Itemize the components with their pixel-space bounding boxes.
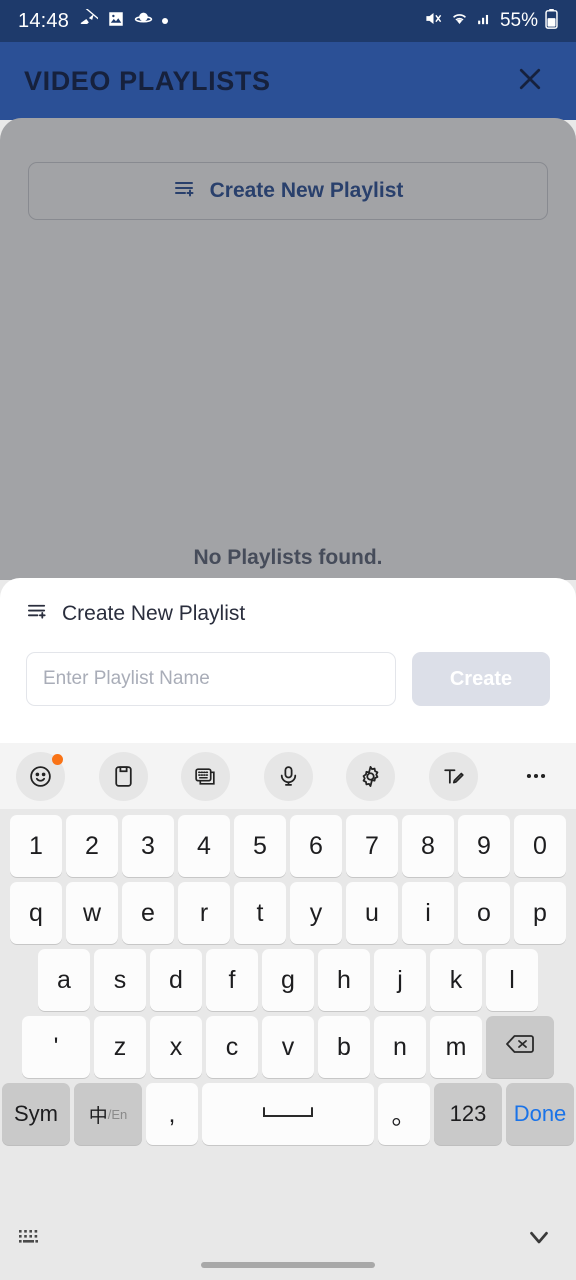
sheet-title: Create New Playlist <box>62 602 246 625</box>
status-bar-left: 14:48 <box>18 7 424 34</box>
key-n[interactable]: n <box>374 1016 426 1078</box>
key-q[interactable]: q <box>10 882 62 944</box>
muted-notification-icon <box>78 7 100 34</box>
key-z[interactable]: z <box>94 1016 146 1078</box>
key-c[interactable]: c <box>206 1016 258 1078</box>
key-v[interactable]: v <box>262 1016 314 1078</box>
playlist-add-icon <box>26 600 49 628</box>
sheet-input-row: Create <box>26 652 550 706</box>
space-key[interactable] <box>202 1083 374 1145</box>
keyboard-rows: 1 2 3 4 5 6 7 8 9 0 q w e r t y u i o p … <box>0 809 576 1145</box>
keyboard-row-bottom: ' z x c v b n m <box>0 1016 576 1078</box>
key-1[interactable]: 1 <box>10 815 62 877</box>
emoji-icon[interactable] <box>16 751 65 801</box>
language-toggle-key[interactable]: 中/En <box>74 1083 142 1145</box>
key-x[interactable]: x <box>150 1016 202 1078</box>
image-icon <box>107 10 125 33</box>
numeric-key[interactable]: 123 <box>434 1083 502 1145</box>
key-w[interactable]: w <box>66 882 118 944</box>
keyboard-layers-icon[interactable] <box>181 751 230 801</box>
keyboard-row-top: q w e r t y u i o p <box>0 882 576 944</box>
key-i[interactable]: i <box>402 882 454 944</box>
battery-icon <box>545 8 558 34</box>
signal-icon <box>476 10 493 32</box>
planet-icon <box>134 9 153 33</box>
key-2[interactable]: 2 <box>66 815 118 877</box>
key-h[interactable]: h <box>318 949 370 1011</box>
volume-muted-icon <box>424 9 443 33</box>
key-g[interactable]: g <box>262 949 314 1011</box>
key-9[interactable]: 9 <box>458 815 510 877</box>
key-u[interactable]: u <box>346 882 398 944</box>
microphone-icon[interactable] <box>263 751 313 801</box>
keyboard-row-function: Sym 中/En , 。 123 Done <box>0 1083 576 1145</box>
dot-icon <box>162 18 169 24</box>
key-e[interactable]: e <box>122 882 174 944</box>
page-title: VIDEO PLAYLISTS <box>24 65 271 96</box>
key-8[interactable]: 8 <box>402 815 454 877</box>
keyboard-bottom-bar <box>0 1208 576 1280</box>
keyboard-row-numbers: 1 2 3 4 5 6 7 8 9 0 <box>0 815 576 877</box>
playlist-page: Create New Playlist No Playlists found. <box>0 118 576 580</box>
symbols-key[interactable]: Sym <box>2 1083 70 1145</box>
language-cn-label: 中 <box>88 1105 108 1127</box>
create-new-playlist-label: Create New Playlist <box>209 179 404 202</box>
key-3[interactable]: 3 <box>122 815 174 877</box>
close-button[interactable] <box>508 59 552 103</box>
more-options-icon[interactable] <box>511 752 560 801</box>
close-icon <box>515 64 545 99</box>
key-t[interactable]: t <box>234 882 286 944</box>
wifi-icon <box>450 9 469 33</box>
sheet-header: Create New Playlist <box>26 600 550 628</box>
key-k[interactable]: k <box>430 949 482 1011</box>
key-m[interactable]: m <box>430 1016 482 1078</box>
home-indicator <box>201 1262 375 1268</box>
app-header: VIDEO PLAYLISTS <box>0 42 576 120</box>
key-r[interactable]: r <box>178 882 230 944</box>
key-o[interactable]: o <box>458 882 510 944</box>
battery-percent: 55% <box>499 10 538 31</box>
key-d[interactable]: d <box>150 949 202 1011</box>
key-0[interactable]: 0 <box>514 815 566 877</box>
status-time: 14:48 <box>18 9 70 32</box>
key-p[interactable]: p <box>514 882 566 944</box>
key-period-cn[interactable]: 。 <box>378 1083 430 1145</box>
key-comma[interactable]: , <box>146 1083 198 1145</box>
key-l[interactable]: l <box>486 949 538 1011</box>
keyboard-row-home: a s d f g h j k l <box>0 949 576 1011</box>
key-6[interactable]: 6 <box>290 815 342 877</box>
create-submit-button[interactable]: Create <box>412 652 550 706</box>
key-a[interactable]: a <box>38 949 90 1011</box>
handwriting-icon[interactable] <box>428 751 478 801</box>
playlist-name-input[interactable] <box>26 652 396 706</box>
key-4[interactable]: 4 <box>178 815 230 877</box>
keyboard-icon[interactable] <box>18 1226 46 1253</box>
playlist-add-icon <box>173 177 197 206</box>
backspace-key[interactable] <box>486 1016 554 1078</box>
key-apostrophe[interactable]: ' <box>22 1016 90 1078</box>
language-en-label: /En <box>107 1106 128 1122</box>
clipboard-icon[interactable] <box>98 751 148 801</box>
done-key[interactable]: Done <box>506 1083 574 1145</box>
create-new-playlist-button[interactable]: Create New Playlist <box>28 162 548 220</box>
keyboard-toolbar <box>0 743 576 809</box>
chevron-down-icon[interactable] <box>524 1222 554 1257</box>
backspace-icon <box>505 1032 535 1063</box>
key-b[interactable]: b <box>318 1016 370 1078</box>
empty-state-message: No Playlists found. <box>193 546 383 569</box>
space-icon <box>260 1100 316 1129</box>
emoji-badge <box>52 753 63 765</box>
create-playlist-sheet: Create New Playlist Create <box>0 578 576 743</box>
status-bar-right: 55% <box>424 8 558 34</box>
key-5[interactable]: 5 <box>234 815 286 877</box>
settings-gear-icon[interactable] <box>346 751 395 801</box>
virtual-keyboard: 1 2 3 4 5 6 7 8 9 0 q w e r t y u i o p … <box>0 743 576 1280</box>
key-y[interactable]: y <box>290 882 342 944</box>
key-j[interactable]: j <box>374 949 426 1011</box>
key-s[interactable]: s <box>94 949 146 1011</box>
key-f[interactable]: f <box>206 949 258 1011</box>
screen: 14:48 55% VIDEO PLAYLISTS Create New Pla… <box>0 0 576 1280</box>
key-7[interactable]: 7 <box>346 815 398 877</box>
status-bar: 14:48 55% <box>0 0 576 42</box>
